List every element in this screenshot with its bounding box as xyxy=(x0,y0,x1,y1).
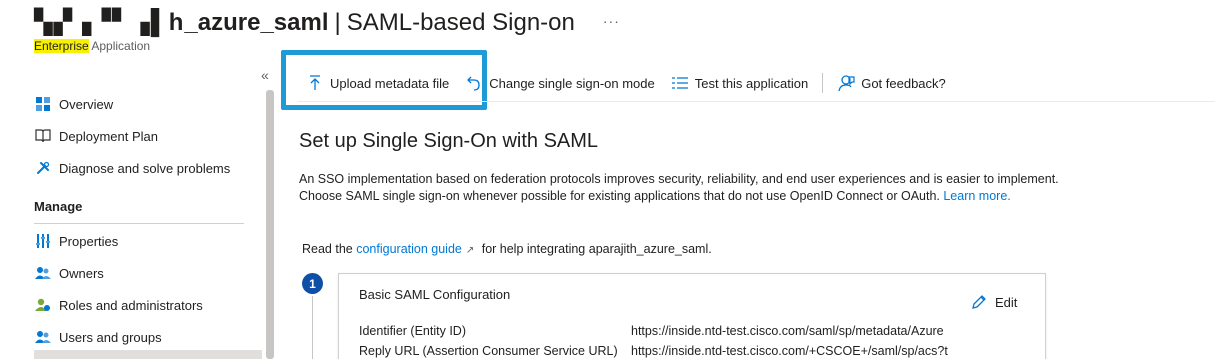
sidebar-section-manage: Manage xyxy=(34,199,83,214)
sidebar-item-label: Properties xyxy=(59,233,119,249)
title-separator: | xyxy=(334,8,341,36)
main-description: An SSO implementation based on federatio… xyxy=(299,171,1079,205)
more-options-button[interactable]: ··· xyxy=(603,13,620,29)
sidebar-item-label: Users and groups xyxy=(59,329,162,345)
sidebar-scrollbar[interactable] xyxy=(266,90,274,359)
sidebar-item-label: Overview xyxy=(59,96,114,112)
sidebar-divider xyxy=(34,223,244,224)
guide-suffix: for help integrating aparajith_azure_sam… xyxy=(478,242,712,256)
toolbar-separator xyxy=(822,73,824,93)
toolbar-divider xyxy=(298,101,1215,102)
sidebar-item-diagnose[interactable]: Diagnose and solve problems xyxy=(34,156,230,180)
undo-icon xyxy=(465,74,483,92)
learn-more-link[interactable]: Learn more. xyxy=(943,189,1010,203)
test-application-label: Test this application xyxy=(694,75,809,91)
book-icon xyxy=(34,127,52,145)
configuration-guide-link[interactable]: configuration guide xyxy=(356,242,462,256)
sidebar-item-users-groups[interactable]: Users and groups xyxy=(34,325,162,349)
sidebar-item-label: Deployment Plan xyxy=(59,128,158,144)
configuration-guide-text: Read the configuration guide ↗ for help i… xyxy=(302,242,712,256)
title-page-name: SAML-based Sign-on xyxy=(346,8,575,36)
config-row-identifier: Identifier (Entity ID) https://inside.nt… xyxy=(359,324,944,338)
change-sso-mode-label: Change single sign-on mode xyxy=(489,75,655,91)
upload-metadata-button[interactable]: Upload metadata file xyxy=(306,74,449,92)
change-sso-mode-button[interactable]: Change single sign-on mode xyxy=(465,74,655,92)
users-groups-icon xyxy=(34,328,52,346)
feedback-icon xyxy=(837,74,855,92)
page-subtitle: Enterprise Application xyxy=(34,39,150,53)
sidebar-item-properties[interactable]: Properties xyxy=(34,229,118,253)
test-list-icon xyxy=(671,74,689,92)
wrench-icon xyxy=(34,159,52,177)
config-row-label: Identifier (Entity ID) xyxy=(359,324,466,338)
edit-button[interactable]: Edit xyxy=(971,294,1017,310)
sidebar-item-label: Roles and administrators xyxy=(59,297,203,313)
sidebar-item-selected-partial[interactable] xyxy=(34,350,262,359)
sidebar-item-owners[interactable]: Owners xyxy=(34,261,104,285)
test-application-button[interactable]: Test this application xyxy=(671,74,808,92)
owners-icon xyxy=(34,264,52,282)
overview-grid-icon xyxy=(34,95,52,113)
config-row-label: Reply URL (Assertion Consumer Service UR… xyxy=(359,344,618,358)
collapse-sidebar-button[interactable]: « xyxy=(261,67,269,83)
upload-icon xyxy=(306,74,324,92)
sidebar-item-roles[interactable]: Roles and administrators xyxy=(34,293,203,317)
edit-label: Edit xyxy=(995,294,1018,310)
config-row-value: https://inside.ntd-test.cisco.com/+CSCOE… xyxy=(631,344,948,358)
title-redacted-prefix: ▚▞▗▝▘▗▌h xyxy=(34,9,185,36)
subtitle-highlight: Enterprise xyxy=(34,39,89,53)
command-bar: Upload metadata file Change single sign-… xyxy=(298,70,946,96)
step-connector-line xyxy=(312,296,313,359)
properties-icon xyxy=(34,232,52,250)
main-heading: Set up Single Sign-On with SAML xyxy=(299,130,599,152)
external-link-icon: ↗ xyxy=(465,245,475,256)
sidebar-item-label: Owners xyxy=(59,265,104,281)
sidebar-item-label: Diagnose and solve problems xyxy=(59,160,231,176)
upload-metadata-label: Upload metadata file xyxy=(330,75,450,91)
roles-icon xyxy=(34,296,52,314)
card-title: Basic SAML Configuration xyxy=(359,287,511,302)
feedback-label: Got feedback? xyxy=(861,75,946,91)
basic-saml-config-card: Basic SAML Configuration Edit Identifier… xyxy=(338,273,1046,359)
title-app-name: _azure_saml xyxy=(184,8,329,36)
subtitle-rest: Application xyxy=(88,39,151,53)
step-number-badge: 1 xyxy=(302,273,323,294)
guide-prefix: Read the xyxy=(302,242,357,256)
pencil-icon xyxy=(971,294,987,310)
config-row-value: https://inside.ntd-test.cisco.com/saml/s… xyxy=(631,324,944,338)
sidebar-item-deployment-plan[interactable]: Deployment Plan xyxy=(34,124,158,148)
feedback-button[interactable]: Got feedback? xyxy=(837,74,946,92)
page-title: ▚▞▗▝▘▗▌h _azure_saml | SAML-based Sign-o… xyxy=(34,8,620,37)
sidebar-item-overview[interactable]: Overview xyxy=(34,92,113,116)
config-row-reply-url: Reply URL (Assertion Consumer Service UR… xyxy=(359,344,948,358)
